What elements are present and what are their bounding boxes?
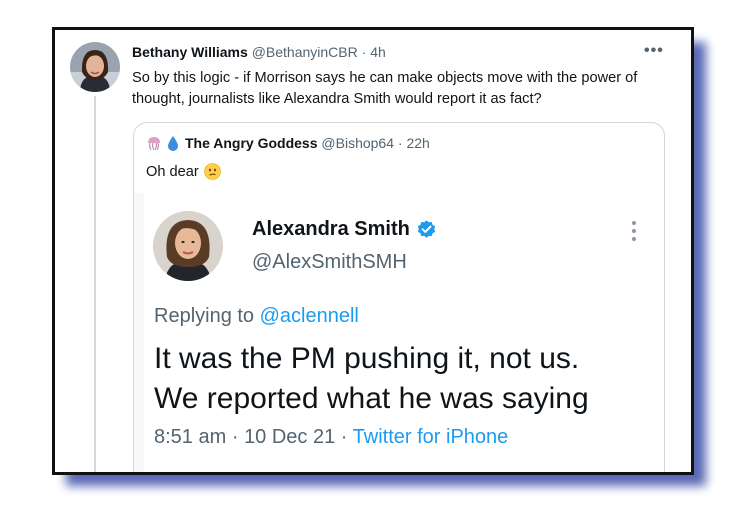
embedded-tweet-meta: 8:51 am · 10 Dec 21 · Twitter for iPhone xyxy=(154,426,508,449)
embedded-tweet: Alexandra Smith @AlexSmithSMH Replying t… xyxy=(144,193,664,472)
verified-badge-icon xyxy=(417,220,435,238)
embedded-screenshot: Alexandra Smith @AlexSmithSMH Replying t… xyxy=(134,193,664,472)
separator-dot: · xyxy=(361,44,367,60)
embedded-author-name: Alexandra Smith xyxy=(252,218,410,240)
tweet-header: Bethany Williams @BethanyinCBR · 4h xyxy=(132,44,386,60)
quote-author-handle[interactable]: @Bishop64 xyxy=(321,135,394,151)
screenshot-frame: Bethany Williams @BethanyinCBR · 4h ••• … xyxy=(52,27,694,475)
quote-author-name[interactable]: The Angry Goddess xyxy=(185,135,318,151)
separator-dot: · xyxy=(340,426,348,448)
replying-prefix: Replying to xyxy=(154,305,255,327)
confused-face-emoji-icon xyxy=(203,163,221,180)
author-handle[interactable]: @BethanyinCBR xyxy=(252,44,358,60)
jellyfish-emoji-icon xyxy=(148,137,160,151)
embedded-author-name-row: Alexandra Smith xyxy=(252,218,437,241)
separator-dot: · xyxy=(231,426,239,448)
embedded-body-line: We reported what he was saying xyxy=(154,382,589,415)
replying-to: Replying to @aclennell xyxy=(154,305,359,328)
thread-line xyxy=(94,96,96,472)
separator-dot: · xyxy=(397,135,403,151)
replying-to-link: @aclennell xyxy=(259,305,359,327)
embedded-author-handle: @AlexSmithSMH xyxy=(252,251,407,273)
quote-text-row: Oh dear xyxy=(146,163,221,180)
vertical-more-icon xyxy=(632,221,636,245)
author-name[interactable]: Bethany Williams xyxy=(132,44,248,60)
embedded-body-line: It was the PM pushing it, not us. xyxy=(154,342,580,375)
quote-time[interactable]: 22h xyxy=(406,135,429,151)
tweet-time[interactable]: 4h xyxy=(370,44,386,60)
avatar[interactable] xyxy=(70,42,120,92)
quote-tweet-card[interactable]: The Angry Goddess @Bishop64 · 22h Oh dea… xyxy=(133,122,665,472)
quote-header: The Angry Goddess @Bishop64 · 22h xyxy=(146,135,430,151)
embedded-time: 8:51 am xyxy=(154,426,227,448)
tweet-text: So by this logic - if Morrison says he c… xyxy=(132,70,638,107)
embedded-date: 10 Dec 21 xyxy=(244,426,336,448)
avatar xyxy=(153,211,223,281)
more-options-icon[interactable]: ••• xyxy=(644,42,664,60)
quote-text: Oh dear xyxy=(146,163,199,180)
droplet-emoji-icon xyxy=(168,136,178,151)
embedded-tweet-body: It was the PM pushing it, not us. We rep… xyxy=(154,339,659,419)
embedded-source: Twitter for iPhone xyxy=(352,426,509,448)
